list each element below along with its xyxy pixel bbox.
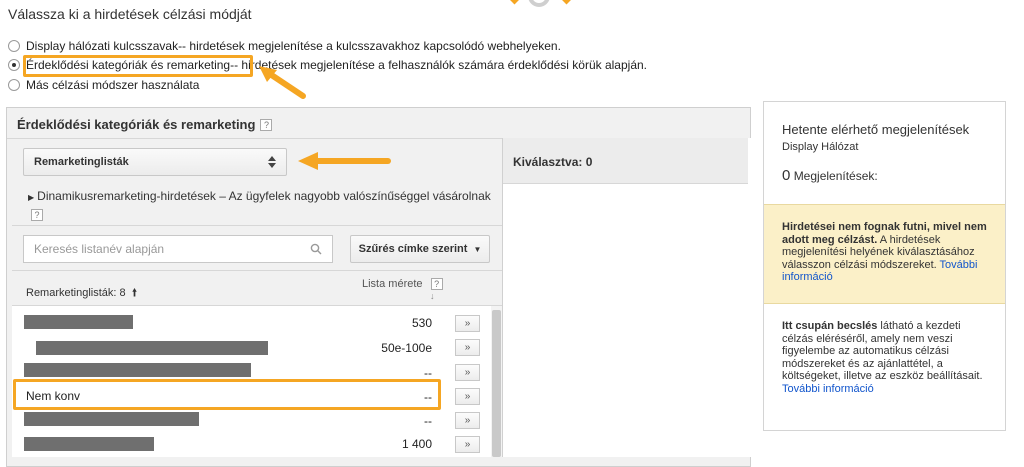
help-icon[interactable]: ? bbox=[430, 278, 443, 290]
count-label: Megjelenítések: bbox=[793, 169, 878, 183]
logo-fragment bbox=[509, 0, 572, 7]
warning-text: Hirdetései nem fognak futni, mivel nem a… bbox=[782, 221, 994, 284]
redacted-list-name bbox=[24, 437, 154, 451]
option-title: Display hálózati kulcsszavak bbox=[26, 39, 179, 53]
section-divider bbox=[12, 270, 502, 271]
panel-title: Érdeklődési kategóriák és remarketing ? bbox=[17, 117, 273, 132]
list-count-header[interactable]: Remarketinglisták: 8 🠙 bbox=[26, 284, 137, 303]
help-icon[interactable]: ? bbox=[31, 209, 43, 221]
redacted-list-name bbox=[24, 363, 251, 377]
more-info-link[interactable]: További információ bbox=[782, 383, 874, 395]
list-search-input[interactable]: Keresés listanév alapján bbox=[23, 235, 333, 263]
add-list-button[interactable]: » bbox=[455, 412, 480, 429]
size-column-header[interactable]: Lista mérete ? bbox=[362, 278, 443, 290]
estimate-text: Itt csupán becslés látható a kezdeti cél… bbox=[782, 320, 994, 395]
list-size: 530 bbox=[411, 316, 432, 330]
add-list-button[interactable]: » bbox=[455, 315, 480, 332]
filter-by-label-button[interactable]: Szűrés címke szerint ▼ bbox=[350, 235, 490, 263]
sidebar-title: Hetente elérhető megjelenítések bbox=[782, 122, 970, 137]
list-size: -- bbox=[424, 414, 432, 428]
option-title: Más célzási módszer használata bbox=[26, 78, 200, 92]
dynamic-title[interactable]: Dinamikusremarketing-hirdetések bbox=[37, 189, 216, 203]
list-type-select[interactable]: Remarketinglisták bbox=[23, 148, 287, 176]
updown-arrows-icon bbox=[268, 156, 276, 168]
list-count-text: Remarketinglisták: 8 bbox=[26, 287, 126, 299]
option-desc: -- hirdetések megjelenítése a kulcsszava… bbox=[178, 39, 561, 53]
sidebar-subtitle: Display Hálózat bbox=[782, 141, 859, 153]
list-size: 1 400 bbox=[401, 437, 432, 451]
filter-label: Szűrés címke szerint bbox=[358, 243, 468, 255]
chevron-down-icon: ▼ bbox=[473, 244, 482, 254]
list-size: 50e-100e bbox=[381, 341, 432, 355]
add-list-button[interactable]: » bbox=[455, 436, 480, 453]
size-header-text: Lista mérete bbox=[362, 278, 423, 290]
redacted-list-name bbox=[24, 412, 199, 426]
expand-triangle-icon[interactable]: ▶ bbox=[28, 193, 34, 202]
annotation-highlight-option bbox=[23, 55, 253, 77]
dynamic-remarketing-text: ▶ Dinamikusremarketing-hirdetések – Az üg… bbox=[28, 188, 498, 222]
list-size: -- bbox=[424, 366, 432, 380]
page-heading: Válassza ki a hirdetések célzási módját bbox=[8, 6, 252, 22]
search-placeholder: Keresés listanév alapján bbox=[34, 242, 165, 256]
redacted-list-name bbox=[36, 341, 268, 355]
annotation-highlight-row bbox=[13, 379, 441, 410]
add-list-button[interactable]: » bbox=[455, 364, 480, 381]
annotation-arrow-select bbox=[298, 152, 391, 170]
targeting-option-other[interactable]: Más célzási módszer használata bbox=[8, 76, 199, 94]
search-icon bbox=[310, 243, 322, 255]
sort-up-icon: 🠙 bbox=[131, 287, 138, 299]
add-list-button[interactable]: » bbox=[455, 339, 480, 356]
panel-title-text: Érdeklődési kategóriák és remarketing bbox=[17, 117, 256, 132]
section-divider bbox=[12, 225, 502, 226]
pane-divider bbox=[502, 138, 503, 457]
estimate-bold: Itt csupán becslés bbox=[782, 320, 878, 332]
select-value: Remarketinglisták bbox=[34, 156, 129, 168]
dynamic-desc: – Az ügyfelek nagyobb valószínűséggel vá… bbox=[215, 189, 491, 203]
selected-pane bbox=[503, 138, 751, 457]
help-icon[interactable]: ? bbox=[260, 118, 273, 131]
annotation-arrow-option bbox=[259, 66, 306, 99]
sort-down-icon: ↓ bbox=[430, 291, 435, 301]
radio-button[interactable] bbox=[8, 40, 20, 52]
count-value: 0 bbox=[782, 167, 791, 184]
radio-button[interactable] bbox=[8, 79, 20, 91]
radio-button[interactable] bbox=[8, 59, 20, 71]
targeting-option-keywords[interactable]: Display hálózati kulcsszavak -- hirdetés… bbox=[8, 37, 561, 55]
redacted-list-name bbox=[24, 315, 133, 329]
selected-count: Kiválasztva: 0 bbox=[513, 155, 593, 169]
add-list-button[interactable]: » bbox=[455, 388, 480, 405]
impressions-count: 0 Megjelenítések: bbox=[782, 167, 878, 184]
